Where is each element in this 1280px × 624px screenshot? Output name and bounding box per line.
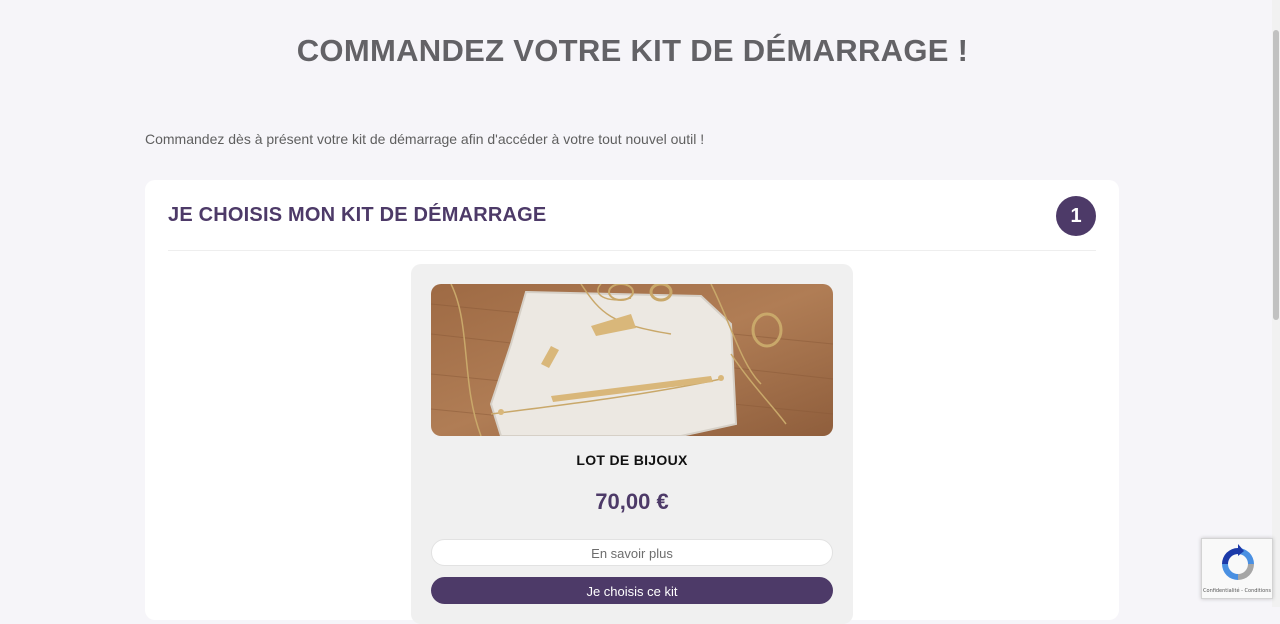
step-number-badge: 1 xyxy=(1056,196,1096,236)
kit-name: LOT DE BIJOUX xyxy=(576,452,688,468)
step-header: JE CHOISIS MON KIT DE DÉMARRAGE 1 xyxy=(168,180,1096,251)
kit-price: 70,00 € xyxy=(595,489,669,514)
page-title: COMMANDEZ VOTRE KIT DE DÉMARRAGE ! xyxy=(296,33,969,68)
choose-kit-button[interactable]: Je choisis ce kit xyxy=(431,577,833,604)
step-card: JE CHOISIS MON KIT DE DÉMARRAGE 1 LOT DE… xyxy=(145,180,1119,624)
recaptcha-icon xyxy=(1222,544,1254,580)
recaptcha-badge[interactable]: Confidentialité - Conditions xyxy=(1201,538,1273,599)
kit-card: LOT DE BIJOUX 70,00 € En savoir plus Je … xyxy=(411,264,853,624)
learn-more-button[interactable]: En savoir plus xyxy=(431,539,833,566)
jewelry-photo xyxy=(431,284,833,436)
intro-text: Commandez dès à présent votre kit de dém… xyxy=(145,131,705,147)
page-scrollbar[interactable] xyxy=(1272,0,1280,607)
step-title: JE CHOISIS MON KIT DE DÉMARRAGE xyxy=(168,204,547,226)
scrollbar-thumb[interactable] xyxy=(1273,30,1279,320)
recaptcha-links[interactable]: Confidentialité - Conditions xyxy=(1202,588,1272,594)
